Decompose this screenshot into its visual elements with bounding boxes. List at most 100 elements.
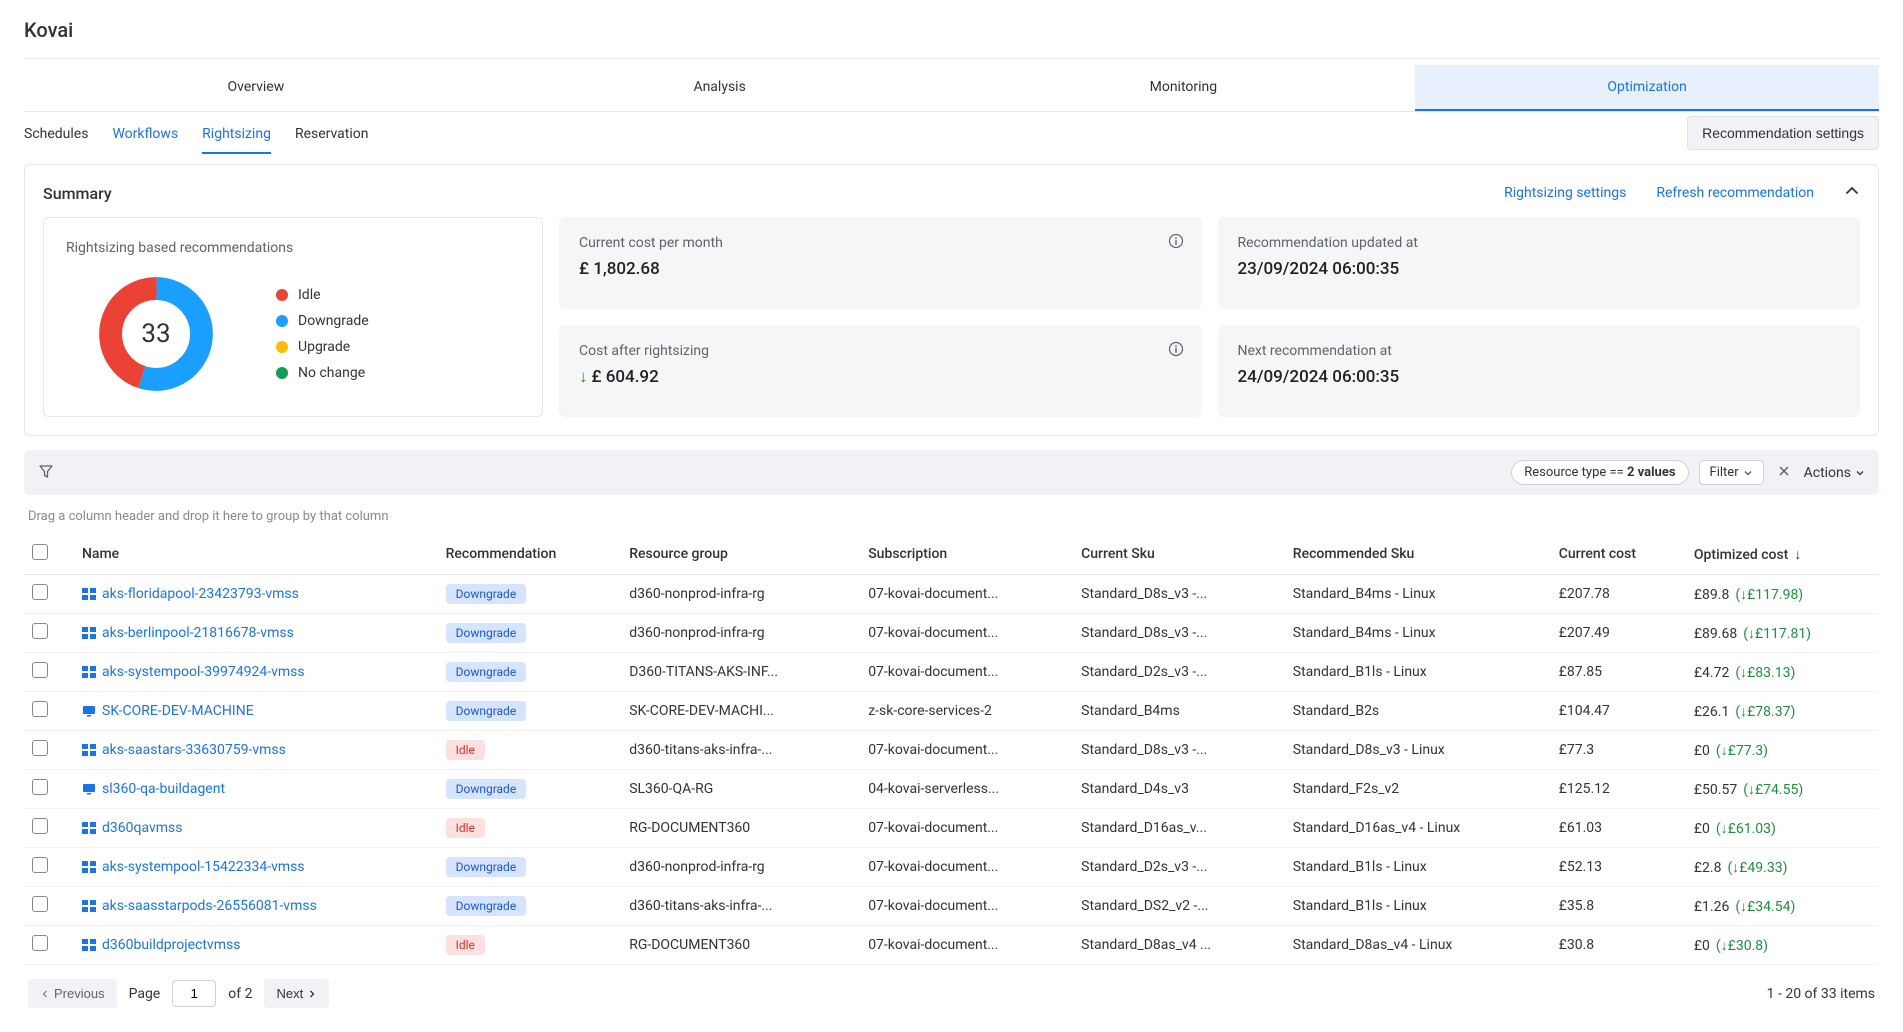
- col-current-sku[interactable]: Current Sku: [1073, 534, 1285, 575]
- row-checkbox[interactable]: [32, 623, 48, 639]
- cell-resource-group: SL360-QA-RG: [621, 770, 860, 809]
- col-subscription[interactable]: Subscription: [860, 534, 1073, 575]
- recommendation-badge: Downgrade: [446, 662, 527, 682]
- tab-analysis[interactable]: Analysis: [488, 65, 952, 111]
- table-row: d360qavmss Idle RG-DOCUMENT36007-kovai-doc…: [24, 809, 1879, 848]
- row-checkbox[interactable]: [32, 935, 48, 951]
- actions-button[interactable]: Actions: [1804, 465, 1865, 481]
- donut-total: 33: [96, 274, 216, 394]
- prev-button[interactable]: Previous: [28, 979, 117, 1008]
- row-checkbox[interactable]: [32, 779, 48, 795]
- cell-resource-group: d360-titans-aks-infra-...: [621, 731, 860, 770]
- cell-current-sku: Standard_D8s_v3 -...: [1073, 614, 1285, 653]
- legend: IdleDowngradeUpgradeNo change: [276, 287, 369, 381]
- resource-link[interactable]: aks-floridapool-23423793-vmss: [102, 586, 299, 602]
- resource-link[interactable]: d360buildprojectvmss: [102, 937, 240, 953]
- cell-optimized-cost: £4.72(↓£83.13): [1686, 653, 1879, 692]
- resource-link[interactable]: sl360-qa-buildagent: [102, 781, 225, 797]
- cell-current-sku: Standard_DS2_v2 -...: [1073, 887, 1285, 926]
- resource-link[interactable]: aks-berlinpool-21816678-vmss: [102, 625, 294, 641]
- table-row: d360buildprojectvmssIdleRG-DOCUMENT36007…: [24, 926, 1879, 965]
- subtab-schedules[interactable]: Schedules: [24, 126, 88, 154]
- cell-resource-group: SK-CORE-DEV-MACHI...: [621, 692, 860, 731]
- cell-subscription: 04-kovai-serverless...: [860, 770, 1073, 809]
- cell-subscription: 07-kovai-document...: [860, 809, 1073, 848]
- row-checkbox[interactable]: [32, 701, 48, 717]
- recommendation-badge: Downgrade: [446, 701, 527, 721]
- row-checkbox[interactable]: [32, 818, 48, 834]
- subtab-rightsizing[interactable]: Rightsizing: [202, 126, 271, 154]
- filter-button[interactable]: Filter: [1699, 460, 1764, 485]
- cell-optimized-cost: £50.57(↓£74.55): [1686, 770, 1879, 809]
- tab-optimization[interactable]: Optimization: [1415, 65, 1879, 111]
- table-row: aks-systempool-39974924-vmss Downgrade D36…: [24, 653, 1879, 692]
- resource-link[interactable]: aks-saasstarpods-26556081-vmss: [102, 898, 317, 914]
- row-checkbox[interactable]: [32, 662, 48, 678]
- cell-optimized-cost: £0(↓£61.03): [1686, 809, 1879, 848]
- row-checkbox[interactable]: [32, 584, 48, 600]
- recommendation-badge: Downgrade: [446, 584, 527, 604]
- filter-chip[interactable]: Resource type == 2 values: [1511, 460, 1688, 485]
- cell-optimized-cost: £26.1(↓£78.37): [1686, 692, 1879, 731]
- rightsizing-settings-link[interactable]: Rightsizing settings: [1504, 185, 1626, 201]
- page-input[interactable]: [172, 980, 216, 1007]
- legend-item: Upgrade: [276, 339, 369, 355]
- rec-card-title: Rightsizing based recommendations: [66, 240, 520, 256]
- table-row: aks-berlinpool-21816678-vmssDowngraded36…: [24, 614, 1879, 653]
- col-resource-group[interactable]: Resource group: [621, 534, 860, 575]
- clear-filter-icon[interactable]: [1774, 465, 1794, 481]
- savings: (↓£74.55): [1743, 782, 1803, 798]
- recommendation-badge: Downgrade: [446, 623, 527, 643]
- resource-link[interactable]: SK-CORE-DEV-MACHINE: [102, 703, 254, 719]
- cell-resource-group: D360-TITANS-AKS-INF...: [621, 653, 860, 692]
- updated-value: 23/09/2024 06:00:35: [1238, 259, 1841, 279]
- col-recommendation[interactable]: Recommendation: [438, 534, 622, 575]
- recommendation-badge: Idle: [446, 818, 485, 838]
- recommendation-badge: Idle: [446, 740, 485, 760]
- summary-title: Summary: [43, 184, 112, 203]
- refresh-recommendation-link[interactable]: Refresh recommendation: [1656, 185, 1814, 201]
- cell-current-sku: Standard_D8s_v3 -...: [1073, 731, 1285, 770]
- collapse-icon[interactable]: [1844, 183, 1860, 203]
- cell-current-cost: £61.03: [1551, 809, 1686, 848]
- cell-current-cost: £87.85: [1551, 653, 1686, 692]
- col-recommended-sku[interactable]: Recommended Sku: [1285, 534, 1551, 575]
- cell-optimized-cost: £89.68(↓£117.81): [1686, 614, 1879, 653]
- row-checkbox[interactable]: [32, 857, 48, 873]
- col-optimized-cost[interactable]: Optimized cost↓: [1686, 534, 1879, 575]
- resource-link[interactable]: aks-saastars-33630759-vmss: [102, 742, 286, 758]
- cell-subscription: 07-kovai-document...: [860, 887, 1073, 926]
- next-value: 24/09/2024 06:00:35: [1238, 367, 1841, 387]
- tab-overview[interactable]: Overview: [24, 65, 488, 111]
- subtab-workflows[interactable]: Workflows: [112, 126, 178, 154]
- cell-current-sku: Standard_D8s_v3 -...: [1073, 575, 1285, 614]
- cell-resource-group: d360-nonprod-infra-rg: [621, 848, 860, 887]
- resource-link[interactable]: aks-systempool-15422334-vmss: [102, 859, 305, 875]
- recommendation-badge: Downgrade: [446, 896, 527, 916]
- resource-icon: [82, 783, 96, 795]
- info-icon[interactable]: [1168, 341, 1184, 361]
- select-all-checkbox[interactable]: [32, 544, 48, 560]
- cell-subscription: 07-kovai-document...: [860, 653, 1073, 692]
- cell-recommended-sku: Standard_D16as_v4 - Linux: [1285, 809, 1551, 848]
- resource-link[interactable]: aks-systempool-39974924-vmss: [102, 664, 305, 680]
- resource-link[interactable]: d360qavmss: [102, 820, 182, 836]
- cell-optimized-cost: £1.26(↓£34.54): [1686, 887, 1879, 926]
- col-name[interactable]: Name: [74, 534, 438, 575]
- cell-current-sku: Standard_D8as_v4 ...: [1073, 926, 1285, 965]
- subtab-reservation[interactable]: Reservation: [295, 126, 369, 154]
- recommendation-settings-button[interactable]: Recommendation settings: [1687, 116, 1879, 150]
- row-checkbox[interactable]: [32, 740, 48, 756]
- info-icon[interactable]: [1168, 233, 1184, 253]
- cell-current-sku: Standard_B4ms: [1073, 692, 1285, 731]
- cell-resource-group: RG-DOCUMENT360: [621, 809, 860, 848]
- col-current-cost[interactable]: Current cost: [1551, 534, 1686, 575]
- legend-item: No change: [276, 365, 369, 381]
- next-button[interactable]: Next: [264, 979, 329, 1008]
- cell-current-cost: £77.3: [1551, 731, 1686, 770]
- updated-at-card: Recommendation updated at 23/09/2024 06:…: [1218, 217, 1861, 309]
- tab-monitoring[interactable]: Monitoring: [952, 65, 1416, 111]
- filter-icon[interactable]: [38, 463, 54, 483]
- row-checkbox[interactable]: [32, 896, 48, 912]
- page-title: Kovai: [24, 10, 1879, 59]
